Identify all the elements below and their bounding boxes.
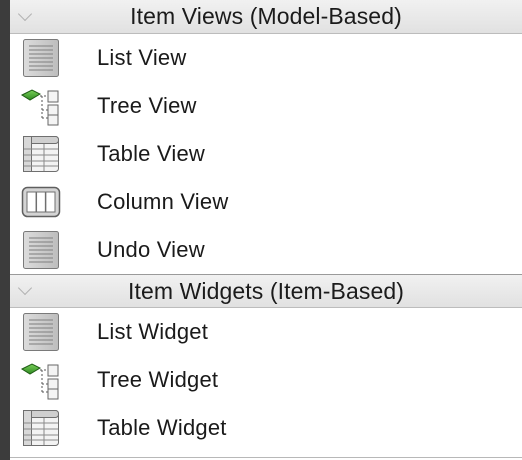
widget-item-label: Undo View	[97, 237, 205, 262]
widget-item-tree-view[interactable]: Tree View	[10, 82, 522, 130]
widget-box-panel: Item Views (Model-Based) List View Tree …	[10, 0, 522, 460]
chevron-down-icon[interactable]	[17, 280, 33, 296]
divider	[10, 457, 522, 458]
widget-item-undo-view[interactable]: Undo View	[10, 226, 522, 274]
widget-item-label: Tree View	[97, 93, 197, 118]
category-header-item-views[interactable]: Item Views (Model-Based)	[10, 0, 522, 34]
widget-item-list-view[interactable]: List View	[10, 34, 522, 82]
widget-item-label: Table View	[97, 141, 205, 166]
column-view-icon	[20, 181, 62, 223]
widget-item-list-widget[interactable]: List Widget	[10, 308, 522, 356]
undo-view-icon	[20, 229, 62, 271]
category-title: Item Views (Model-Based)	[130, 3, 402, 29]
left-edge-strip	[0, 0, 10, 460]
list-widget-icon	[20, 311, 62, 353]
widget-item-label: Column View	[97, 189, 229, 214]
widget-item-label: List View	[97, 45, 187, 70]
widget-item-table-view[interactable]: Table View	[10, 130, 522, 178]
tree-widget-icon	[20, 359, 62, 401]
widget-item-label: List Widget	[97, 319, 209, 344]
table-widget-icon	[20, 407, 62, 449]
widget-item-table-widget[interactable]: Table Widget	[10, 404, 522, 452]
chevron-down-icon[interactable]	[17, 6, 33, 21]
widget-item-label: Tree Widget	[97, 367, 219, 392]
category-title: Item Widgets (Item-Based)	[127, 277, 405, 304]
table-view-icon	[20, 133, 62, 175]
tree-view-icon	[20, 85, 62, 127]
widget-item-label: Table Widget	[97, 415, 227, 440]
widget-item-tree-widget[interactable]: Tree Widget	[10, 356, 522, 404]
list-view-icon	[20, 37, 62, 79]
widget-item-column-view[interactable]: Column View	[10, 178, 522, 226]
category-header-item-widgets[interactable]: Item Widgets (Item-Based)	[10, 274, 522, 308]
